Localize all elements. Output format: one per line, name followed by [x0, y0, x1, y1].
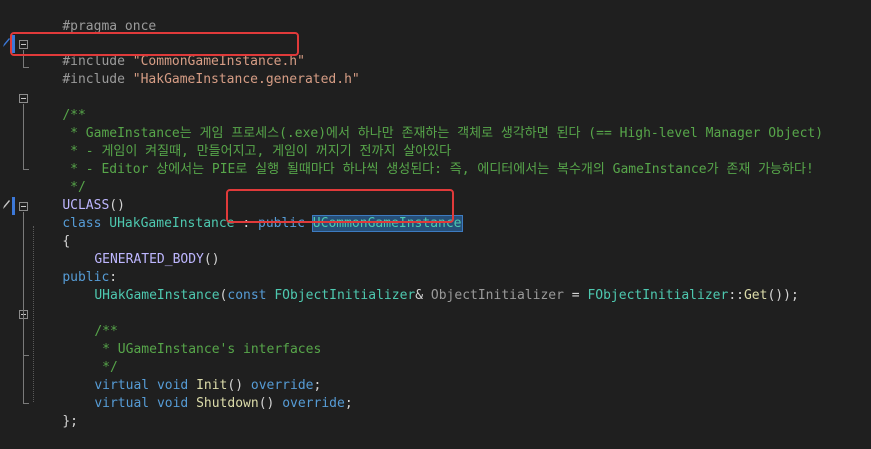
semicolon: ;	[344, 396, 353, 411]
outline-guide-end	[23, 403, 29, 404]
code-line-15[interactable]: public:	[31, 251, 117, 285]
const-keyword: const	[227, 288, 267, 303]
close-brace: };	[62, 414, 78, 429]
get-function: Get	[743, 288, 768, 303]
comment: * UGameInstance's interfaces	[94, 342, 322, 357]
scope-operator: ::	[728, 288, 744, 303]
pencil-icon	[3, 200, 10, 209]
default-type: FObjectInitializer	[587, 288, 729, 303]
outline-guide	[23, 104, 24, 170]
ampersand: &	[415, 288, 431, 303]
change-indicator	[12, 197, 15, 215]
param-name: ObjectInitializer	[430, 288, 564, 303]
parens: ()	[258, 396, 275, 411]
param-type: FObjectInitializer	[274, 288, 416, 303]
class-name: UHakGameInstance	[109, 216, 235, 231]
code-line-21[interactable]: virtual void Init() override;	[63, 359, 321, 393]
code-line-7[interactable]: * GameInstance는 게임 프로세스(.exe)에서 하나만 존재하는…	[31, 107, 823, 141]
code-editor[interactable]: #pragma once #include "CommonGameInstanc…	[0, 0, 871, 429]
highlight-box-include	[10, 32, 299, 56]
code-line-19[interactable]: * UGameInstance's interfaces	[63, 323, 321, 357]
outline-guide-end	[23, 355, 29, 356]
shutdown-function: Shutdown	[196, 396, 259, 411]
outline-guide	[23, 320, 24, 356]
virtual-keyword: virtual	[94, 396, 150, 411]
collapse-icon[interactable]	[19, 94, 28, 103]
constructor-name: UHakGameInstance	[94, 288, 220, 303]
collapse-icon[interactable]	[19, 202, 28, 211]
code-line-8[interactable]: * - 게임이 켜질때, 만들어지고, 게임이 꺼지기 전까지 살아있다	[31, 125, 451, 159]
include-path: "HakGameInstance.generated.h"	[132, 72, 360, 87]
highlight-box-base-class	[226, 189, 454, 223]
code-line-11[interactable]: UCLASS()	[31, 179, 125, 213]
include-keyword: #include	[62, 72, 125, 87]
void-keyword: void	[156, 396, 189, 411]
code-line-22[interactable]: virtual void Shutdown() override;	[63, 377, 352, 411]
close-paren: ());	[767, 288, 799, 303]
code-line-20[interactable]: */	[63, 341, 118, 375]
parens: ()	[203, 252, 220, 267]
code-line-23[interactable]: };	[31, 395, 78, 429]
outline-guide-end	[23, 169, 29, 170]
outline-guide-end	[23, 67, 29, 68]
outline-guide	[23, 212, 24, 404]
code-line-14[interactable]: GENERATED_BODY()	[63, 233, 219, 267]
code-line-9[interactable]: * - Editor 상에서는 PIE로 실행 될때마다 하나씩 생성된다: 즉…	[31, 143, 814, 177]
code-line-13[interactable]: {	[31, 215, 70, 249]
comment: * - Editor 상에서는 PIE로 실행 될때마다 하나씩 생성된다: 즉…	[62, 162, 814, 177]
override-keyword: override	[282, 396, 345, 411]
code-line-1[interactable]: #pragma once	[31, 0, 156, 34]
code-line-18[interactable]: /**	[63, 305, 117, 339]
code-line-6[interactable]: /**	[31, 89, 85, 123]
code-line-16[interactable]: UHakGameInstance(const FObjectInitialize…	[63, 269, 798, 303]
code-line-10[interactable]: */	[31, 161, 86, 195]
equals: =	[563, 288, 588, 303]
